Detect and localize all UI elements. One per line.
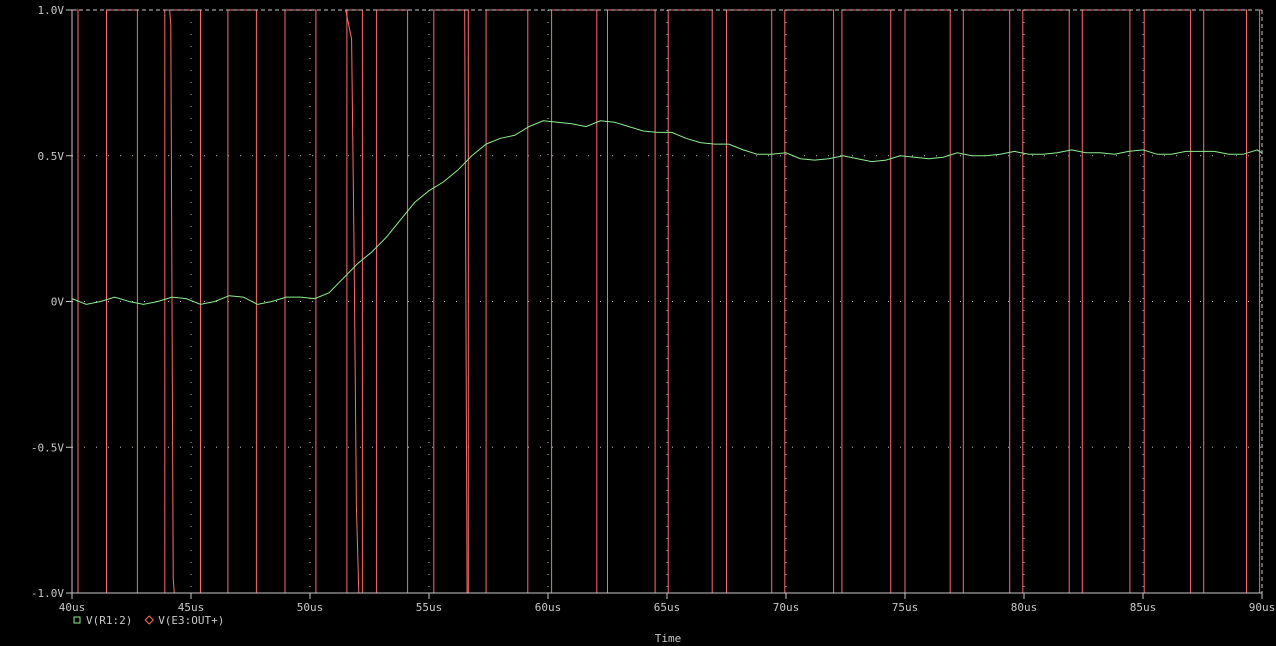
x-axis-label: Time [655,632,682,645]
x-tick-label: 75us [892,601,919,614]
x-tick-label: 80us [1011,601,1038,614]
y-tick-label: 0V [51,296,65,309]
y-tick-label: -0.5V [31,441,64,454]
legend-label: V(E3:OUT+) [158,614,224,627]
x-tick-label: 45us [178,601,205,614]
x-tick-label: 60us [535,601,562,614]
x-tick-label: 65us [654,601,681,614]
y-tick-label: 0.5V [38,150,65,163]
x-tick-label: 85us [1130,601,1157,614]
y-tick-label: 1.0V [38,4,65,17]
x-tick-label: 70us [773,601,800,614]
x-tick-label: 40us [59,601,86,614]
legend-label: V(R1:2) [86,614,132,627]
x-tick-label: 90us [1249,601,1276,614]
x-tick-label: 55us [416,601,443,614]
chart: 40us 45us 50us 55us 60us 65us 70us 75us 80us 85us… [0,0,1276,646]
x-tick-label: 50us [297,601,324,614]
y-tick-label: -1.0V [31,587,64,600]
